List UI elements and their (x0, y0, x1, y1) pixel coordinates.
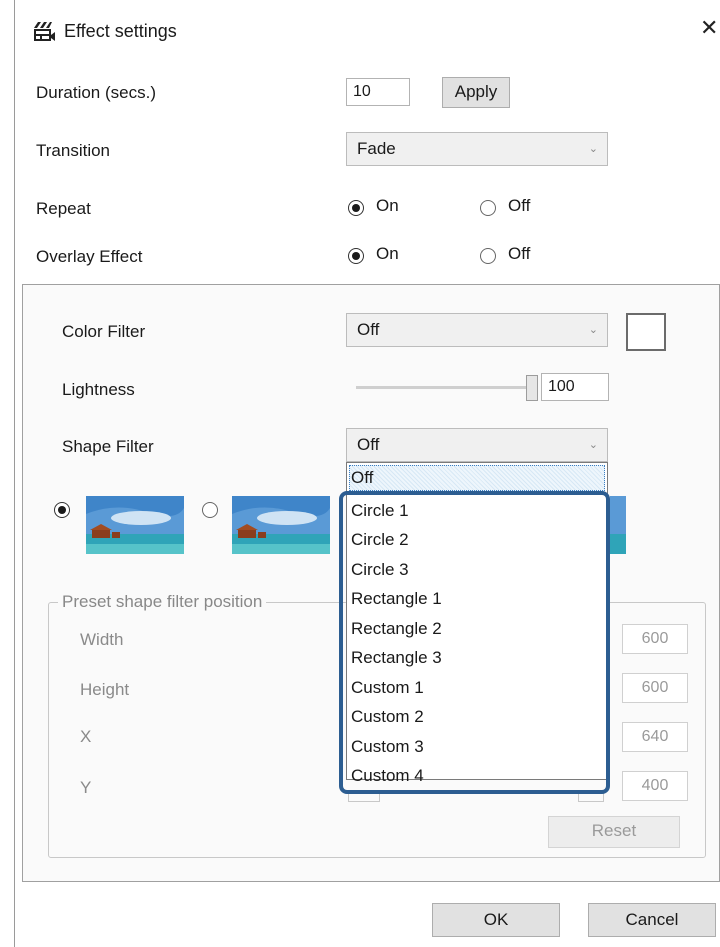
shape-preset-2-thumbnail[interactable] (232, 496, 330, 554)
repeat-on-radio[interactable] (348, 200, 364, 216)
y-input[interactable]: 400 (622, 771, 688, 801)
apply-button[interactable]: Apply (442, 77, 510, 108)
shape-preset-2-radio[interactable] (202, 502, 218, 518)
transition-label: Transition (36, 141, 111, 160)
reset-button[interactable]: Reset (548, 816, 680, 848)
cancel-button[interactable]: Cancel (588, 903, 716, 937)
shape-filter-label: Shape Filter (62, 437, 154, 456)
x-input[interactable]: 640 (622, 722, 688, 752)
overlay-off-radio[interactable] (480, 248, 496, 264)
color-swatch-button[interactable] (626, 313, 666, 351)
overlay-on-label: On (376, 244, 399, 263)
chevron-down-icon: ⌄ (588, 143, 598, 155)
ok-button[interactable]: OK (432, 903, 560, 937)
shape-preset-3-thumbnail[interactable] (610, 496, 626, 554)
duration-label: Duration (secs.) (36, 83, 156, 102)
transition-value: Fade (357, 139, 396, 158)
dropdown-option-off[interactable]: Off (351, 468, 373, 488)
height-label: Height (80, 680, 130, 699)
color-filter-label: Color Filter (62, 322, 146, 341)
repeat-on-label: On (376, 196, 399, 215)
lightness-label: Lightness (62, 380, 135, 399)
clapperboard-icon (34, 22, 55, 41)
chevron-down-icon: ⌄ (588, 324, 598, 336)
height-input[interactable]: 600 (622, 673, 688, 703)
repeat-off-label: Off (508, 196, 531, 215)
color-filter-dropdown[interactable]: Off ⌄ (346, 313, 608, 347)
options-highlight-frame (339, 491, 610, 794)
window-title: Effect settings (64, 21, 177, 41)
overlay-off-label: Off (508, 244, 531, 263)
shape-filter-dropdown[interactable]: Off ⌄ (346, 428, 608, 462)
color-filter-value: Off (357, 320, 380, 339)
lightness-slider-track[interactable] (356, 386, 532, 389)
chevron-down-icon: ⌄ (588, 439, 598, 451)
preset-position-legend: Preset shape filter position (58, 592, 267, 612)
lightness-slider-thumb[interactable] (526, 375, 538, 401)
overlay-effect-label: Overlay Effect (36, 247, 143, 266)
close-icon[interactable]: ✕ (700, 17, 718, 39)
shape-preset-1-radio[interactable] (54, 502, 70, 518)
transition-dropdown[interactable]: Fade ⌄ (346, 132, 608, 166)
width-input[interactable]: 600 (622, 624, 688, 654)
dropdown-selected-highlight (349, 465, 605, 491)
duration-input[interactable]: 10 (346, 78, 410, 106)
shape-preset-1-thumbnail[interactable] (86, 496, 184, 554)
lightness-input[interactable]: 100 (541, 373, 609, 401)
y-label: Y (80, 778, 92, 797)
repeat-off-radio[interactable] (480, 200, 496, 216)
x-label: X (80, 727, 92, 746)
overlay-on-radio[interactable] (348, 248, 364, 264)
repeat-label: Repeat (36, 199, 91, 218)
shape-filter-value: Off (357, 435, 380, 454)
width-label: Width (80, 630, 124, 649)
